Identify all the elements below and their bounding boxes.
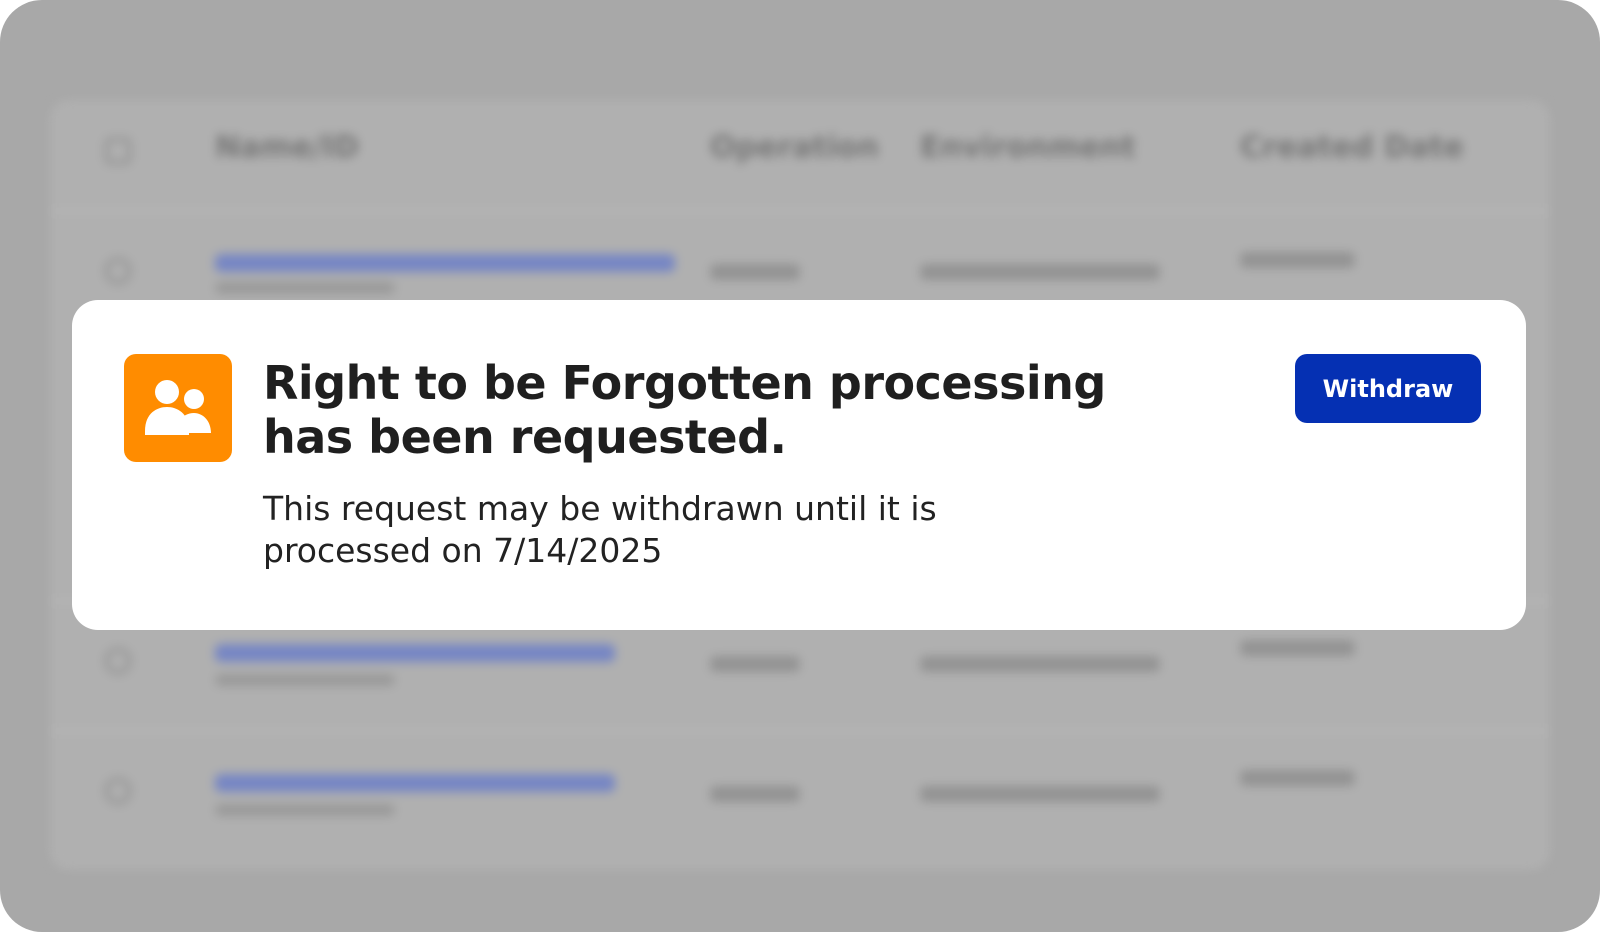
row-environment xyxy=(920,264,1160,280)
column-name-id: Name/ID xyxy=(215,130,359,165)
row-checkbox xyxy=(105,648,131,674)
column-operation: Operation xyxy=(710,130,879,165)
column-environment: Environment xyxy=(920,130,1136,165)
column-created-date: Created Date xyxy=(1240,130,1464,165)
row-link xyxy=(215,774,615,792)
row-date xyxy=(1240,770,1355,786)
notification-title: Right to be Forgotten processing has bee… xyxy=(263,356,1106,464)
users-icon xyxy=(124,354,232,462)
table-header: Name/ID Operation Environment Created Da… xyxy=(50,100,1550,210)
row-operation xyxy=(710,656,800,672)
row-checkbox xyxy=(105,778,131,804)
row-link xyxy=(215,254,675,272)
table-row xyxy=(50,730,1550,860)
withdraw-button[interactable]: Withdraw xyxy=(1295,354,1481,423)
row-environment xyxy=(920,786,1160,802)
row-operation xyxy=(710,786,800,802)
row-environment xyxy=(920,656,1160,672)
row-subtext xyxy=(215,282,395,294)
row-operation xyxy=(710,264,800,280)
row-checkbox xyxy=(105,258,131,284)
rtbf-notification-card: Right to be Forgotten processing has bee… xyxy=(72,300,1526,630)
users-icon-glyph xyxy=(145,380,211,435)
screen-frame: Name/ID Operation Environment Created Da… xyxy=(0,0,1600,932)
row-subtext xyxy=(215,674,395,686)
select-all-checkbox xyxy=(105,138,131,164)
row-subtext xyxy=(215,804,395,816)
row-link xyxy=(215,644,615,662)
notification-message: This request may be withdrawn until it i… xyxy=(263,489,937,570)
row-date xyxy=(1240,252,1355,268)
row-date xyxy=(1240,640,1355,656)
